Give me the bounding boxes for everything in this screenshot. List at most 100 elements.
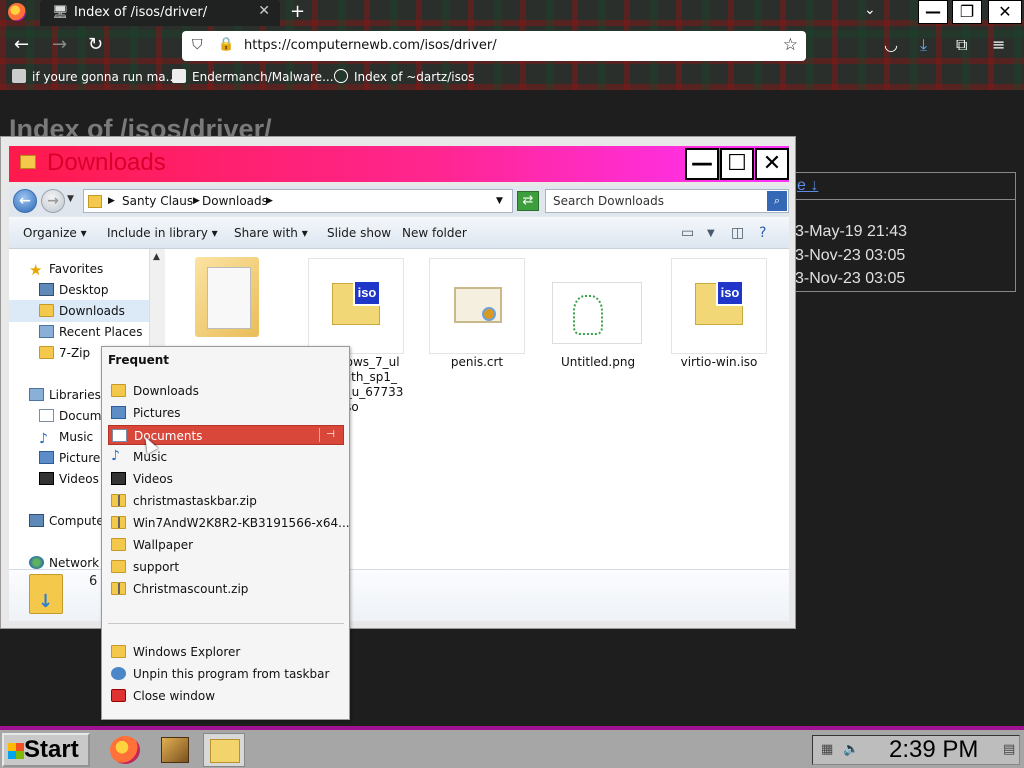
jump-list-item[interactable]: Downloads [108, 381, 344, 401]
nav-item-videos[interactable]: Videos [39, 472, 99, 486]
breadcrumb-item[interactable]: Santy Claus [122, 194, 193, 208]
column-header-link[interactable]: e ↓ [797, 177, 818, 195]
url-text[interactable]: https://computernewb.com/isos/driver/ [244, 38, 497, 53]
documents-icon [39, 409, 54, 422]
desktop-icon [39, 283, 54, 296]
nav-item-pictures[interactable]: Pictures [39, 451, 107, 465]
bookmark-item[interactable]: Index of ~dartz/isos [334, 69, 474, 84]
explorer-titlebar[interactable]: Downloads — ☐ ✕ [9, 146, 789, 182]
refresh-button[interactable]: ⇄ [517, 191, 539, 211]
firefox-icon[interactable] [8, 3, 26, 21]
nav-item-recent-places[interactable]: Recent Places [39, 325, 142, 339]
browser-close-button[interactable]: ✕ [988, 0, 1022, 24]
jump-list-task-windows-explorer[interactable]: Windows Explorer [108, 642, 344, 662]
explorer-close-button[interactable]: ✕ [755, 148, 789, 180]
jump-list-item[interactable]: support [108, 557, 344, 577]
reload-icon[interactable]: ↻ [88, 34, 103, 55]
videos-icon [39, 472, 54, 485]
url-bar[interactable]: ⛉ 🔒 https://computernewb.com/isos/driver… [182, 31, 806, 61]
clock[interactable]: 2:39 PM [889, 736, 978, 764]
zip-file-icon [111, 516, 126, 529]
search-icon[interactable]: ⌕ [767, 191, 787, 211]
file-item[interactable]: iso virtio-win.iso [671, 258, 767, 369]
tab-title: Index of /isos/driver/ [74, 5, 208, 20]
tab-list-chevron-icon[interactable]: ⌄ [864, 2, 876, 18]
star-icon: ★ [29, 261, 43, 279]
address-dropdown-icon[interactable]: ▼ [496, 196, 503, 206]
pictures-icon [39, 451, 54, 464]
browser-minimize-button[interactable]: — [918, 0, 948, 24]
taskbar-firefox-button[interactable] [104, 733, 146, 767]
browser-tab[interactable]: 🖥 Index of /isos/driver/ ✕ [40, 0, 280, 26]
file-item[interactable]: Untitled.png [550, 258, 646, 369]
nav-item-music[interactable]: ♪ Music [39, 430, 93, 446]
bookmark-item[interactable]: if youre gonna run ma... [12, 69, 177, 84]
start-button[interactable]: Start [2, 733, 90, 767]
unpin-icon [111, 667, 126, 680]
change-view-icon[interactable]: ▭ [681, 225, 694, 241]
pocket-icon[interactable]: ◡ [884, 35, 898, 54]
nav-item-desktop[interactable]: Desktop [39, 283, 109, 297]
nav-item-favorites[interactable]: ★ Favorites [29, 261, 103, 279]
taskbar-program-button[interactable] [154, 733, 196, 767]
pin-icon[interactable]: ⊣ [319, 428, 341, 442]
jump-list-item[interactable]: Wallpaper [108, 535, 344, 555]
explorer-minimize-button[interactable]: — [685, 148, 719, 180]
back-arrow-icon[interactable]: ← [14, 34, 29, 55]
jump-list-item[interactable]: Win7AndW2K8R2-KB3191566-x64... [108, 513, 350, 533]
jump-list-item[interactable]: Videos [108, 469, 344, 489]
downloads-icon[interactable]: ⤓ [920, 35, 927, 55]
menu-hamburger-icon[interactable]: ≡ [992, 35, 1005, 54]
explorer-maximize-button[interactable]: ☐ [720, 148, 754, 180]
help-icon[interactable]: ? [759, 225, 766, 241]
jump-list-item[interactable]: Pictures [108, 403, 344, 423]
nav-item-documents[interactable]: Docume [39, 409, 109, 423]
breadcrumb-item[interactable]: Downloads [202, 194, 268, 208]
new-tab-button[interactable]: + [290, 1, 305, 22]
jump-list-item[interactable]: Christmascount.zip [108, 579, 344, 599]
address-bar[interactable]: ▶ Santy Claus ▶ Downloads ▶ ▼ [83, 189, 513, 213]
jump-list-item[interactable]: christmastaskbar.zip [108, 491, 344, 511]
forward-arrow-icon[interactable]: → [52, 34, 67, 55]
include-in-library-button[interactable]: Include in library ▾ [107, 226, 218, 240]
folder-icon[interactable] [195, 257, 261, 337]
share-with-button[interactable]: Share with ▾ [234, 226, 308, 240]
tab-close-icon[interactable]: ✕ [258, 3, 270, 19]
bookmark-star-icon[interactable]: ☆ [783, 35, 798, 55]
jump-list-item[interactable]: ♪ Music [108, 447, 344, 467]
nav-item-computer[interactable]: Computer [29, 514, 109, 528]
nav-item-downloads[interactable]: Downloads [39, 304, 125, 318]
jump-list-task-unpin[interactable]: Unpin this program from taskbar [108, 664, 344, 684]
breadcrumb-chevron-icon[interactable]: ▶ [266, 196, 273, 206]
bookmark-item[interactable]: Endermanch/Malware... [172, 69, 334, 84]
explorer-icon [210, 739, 240, 763]
jump-list-task-close-window[interactable]: Close window [108, 686, 344, 706]
breadcrumb-chevron-icon[interactable]: ▶ [193, 196, 200, 206]
forward-button[interactable]: → [41, 189, 65, 213]
search-input[interactable]: Search Downloads ⌕ [545, 189, 789, 213]
nav-item-libraries[interactable]: Libraries [29, 388, 101, 402]
organize-button[interactable]: Organize ▾ [23, 226, 87, 240]
volume-icon[interactable]: 🔈 [843, 742, 859, 757]
back-button[interactable]: ← [13, 189, 37, 213]
music-note-icon: ♪ [39, 431, 48, 447]
taskbar-explorer-button[interactable] [203, 733, 245, 767]
scroll-up-arrow-icon[interactable]: ▲ [153, 252, 160, 262]
new-folder-button[interactable]: New folder [402, 226, 467, 240]
browser-restore-button[interactable]: ❐ [952, 0, 982, 24]
view-dropdown-icon[interactable]: ▼ [707, 228, 715, 239]
folder-icon [88, 195, 102, 208]
network-tray-icon[interactable]: ▦ [821, 742, 833, 757]
nav-item-7zip[interactable]: 7-Zip [39, 346, 90, 360]
downloads-folder-icon [39, 304, 54, 317]
extensions-icon[interactable]: ⧉ [956, 35, 967, 55]
lock-icon[interactable]: 🔒 [218, 37, 234, 52]
preview-pane-icon[interactable]: ◫ [731, 225, 744, 241]
show-desktop-icon[interactable]: ▤ [1003, 742, 1015, 757]
file-item[interactable]: penis.crt [429, 258, 525, 369]
nav-item-network[interactable]: Network [29, 556, 99, 570]
tracking-shield-icon[interactable]: ⛉ [192, 37, 203, 53]
slide-show-button[interactable]: Slide show [327, 226, 391, 240]
recent-pages-chevron-icon[interactable]: ▼ [67, 194, 74, 204]
breadcrumb-chevron-icon[interactable]: ▶ [108, 196, 115, 206]
